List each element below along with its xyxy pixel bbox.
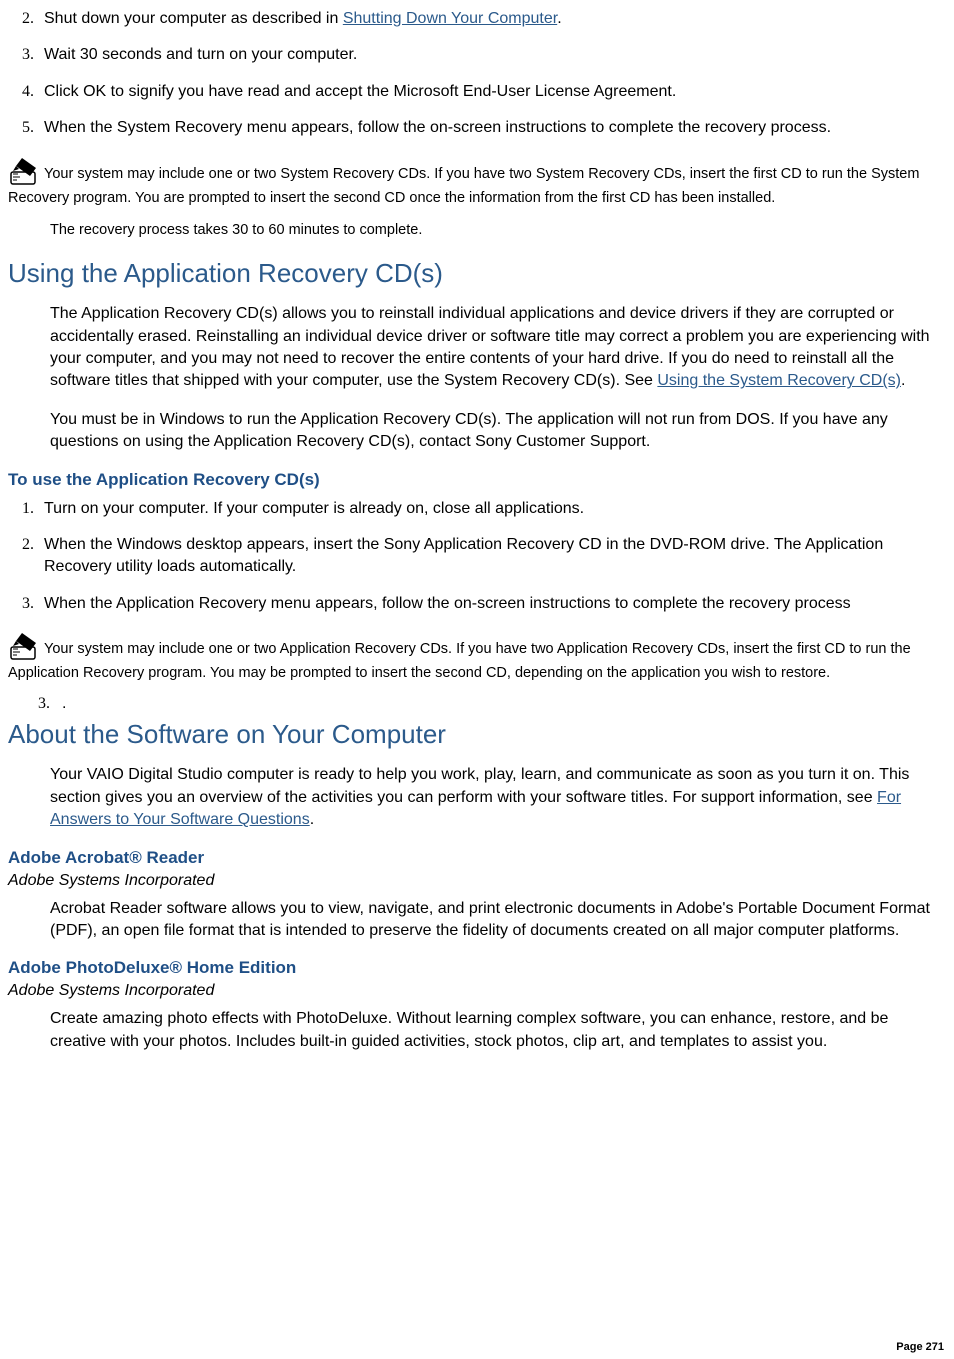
- section-heading-app-recovery: Using the Application Recovery CD(s): [8, 258, 946, 289]
- list-item: When the Application Recovery menu appea…: [38, 593, 946, 615]
- software-vendor: Adobe Systems Incorporated: [8, 872, 946, 890]
- p1-post: .: [901, 372, 905, 389]
- list-item-text: Turn on your computer. If your computer …: [44, 500, 584, 517]
- section2-p1: Your VAIO Digital Studio computer is rea…: [50, 764, 938, 831]
- section1-p1: The Application Recovery CD(s) allows yo…: [50, 303, 938, 393]
- software-desc: Create amazing photo effects with PhotoD…: [50, 1008, 938, 1053]
- list-item-text-pre: Shut down your computer as described in: [44, 10, 343, 27]
- list-item: When the System Recovery menu appears, f…: [38, 117, 946, 139]
- section1-p2: You must be in Windows to run the Applic…: [50, 409, 938, 454]
- list-item-text: When the Application Recovery menu appea…: [44, 595, 851, 612]
- p1-pre: Your VAIO Digital Studio computer is rea…: [50, 766, 909, 805]
- note-block: Your system may include one or two Syste…: [8, 154, 946, 208]
- p1-post: .: [310, 811, 314, 828]
- shutdown-link[interactable]: Shutting Down Your Computer: [343, 10, 557, 27]
- orphan-dot: .: [62, 695, 66, 712]
- pen-note-icon: [8, 629, 42, 663]
- list-item-text-post: .: [557, 10, 561, 27]
- system-recovery-link[interactable]: Using the System Recovery CD(s): [657, 372, 901, 389]
- pen-note-icon: [8, 154, 42, 188]
- list-item: Turn on your computer. If your computer …: [38, 498, 946, 520]
- app-recovery-steps-list: Turn on your computer. If your computer …: [8, 498, 946, 616]
- orphan-num: 3.: [38, 695, 58, 713]
- list-item: Shut down your computer as described in …: [38, 8, 946, 30]
- list-item: Click OK to signify you have read and ac…: [38, 81, 946, 103]
- software-vendor: Adobe Systems Incorporated: [8, 982, 946, 1000]
- software-desc: Acrobat Reader software allows you to vi…: [50, 898, 938, 943]
- recovery-steps-list: Shut down your computer as described in …: [8, 8, 946, 140]
- list-item-text: When the Windows desktop appears, insert…: [44, 536, 883, 575]
- note-block: Your system may include one or two Appli…: [8, 629, 946, 683]
- software-title: Adobe Acrobat® Reader: [8, 848, 946, 868]
- page-number: Page 271: [896, 1341, 944, 1353]
- subheading-use-app-recovery: To use the Application Recovery CD(s): [8, 470, 946, 490]
- note-text: Your system may include one or two Syste…: [8, 166, 919, 206]
- note-followup: The recovery process takes 30 to 60 minu…: [50, 220, 938, 240]
- software-title: Adobe PhotoDeluxe® Home Edition: [8, 958, 946, 978]
- list-item-text: When the System Recovery menu appears, f…: [44, 119, 831, 136]
- note-text: Your system may include one or two Appli…: [8, 641, 911, 681]
- list-item-text: Wait 30 seconds and turn on your compute…: [44, 46, 357, 63]
- list-item: When the Windows desktop appears, insert…: [38, 534, 946, 579]
- list-item-text: Click OK to signify you have read and ac…: [44, 83, 676, 100]
- list-item: Wait 30 seconds and turn on your compute…: [38, 44, 946, 66]
- section-heading-about-software: About the Software on Your Computer: [8, 719, 946, 750]
- orphan-list-item: 3. .: [38, 695, 946, 713]
